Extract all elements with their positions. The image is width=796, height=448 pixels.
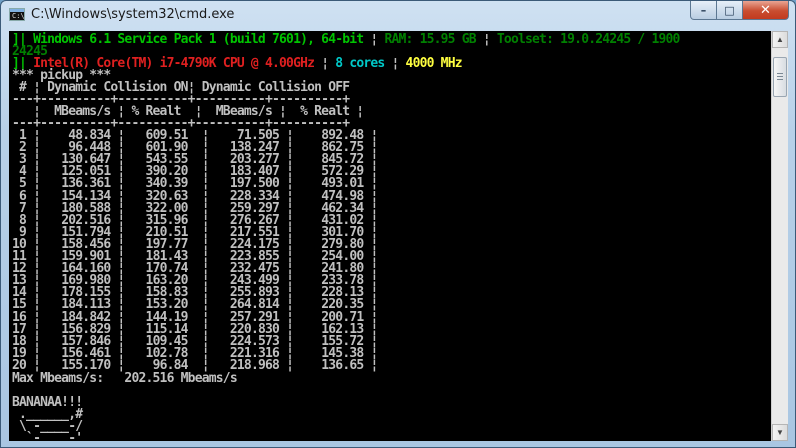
toolset-info: Toolset: 19.0.24245 / 1900 [496, 32, 681, 47]
ascii-art-line-3: `-____-' [12, 431, 83, 441]
cmd-icon[interactable]: C:\ [9, 8, 25, 21]
ram-info: RAM: 15.95 GB [384, 32, 476, 47]
scroll-up-icon[interactable]: ▲ [772, 31, 788, 48]
vertical-scrollbar[interactable]: ▲ ▼ [771, 31, 788, 441]
console-output[interactable]: ]| Windows 6.1 Service Pack 1 (build 760… [9, 31, 771, 441]
window-controls: – □ ✕ [690, 1, 789, 21]
realtime-off: 136.65 [300, 357, 364, 373]
scroll-thumb[interactable] [773, 57, 787, 97]
os-info: ]| Windows 6.1 Service Pack 1 (build 760… [12, 32, 364, 47]
header-os-line: ]| Windows 6.1 Service Pack 1 (build 760… [12, 32, 681, 47]
minimize-button[interactable]: – [690, 1, 717, 20]
scroll-down-icon[interactable]: ▼ [772, 424, 788, 441]
cpu-cores: 8 cores [335, 56, 385, 71]
max-mbeams-line: Max Mbeams/s: 202.516 Mbeams/s [12, 371, 238, 386]
title-bar[interactable]: C:\ C:\Windows\system32\cmd.exe – □ ✕ [1, 1, 795, 29]
cpu-frequency: 4000 MHz [405, 56, 463, 71]
window-title: C:\Windows\system32\cmd.exe [31, 7, 235, 22]
close-button[interactable]: ✕ [743, 1, 789, 20]
cmd-window: C:\ C:\Windows\system32\cmd.exe – □ ✕ ]|… [0, 0, 796, 448]
maximize-button[interactable]: □ [717, 1, 743, 20]
